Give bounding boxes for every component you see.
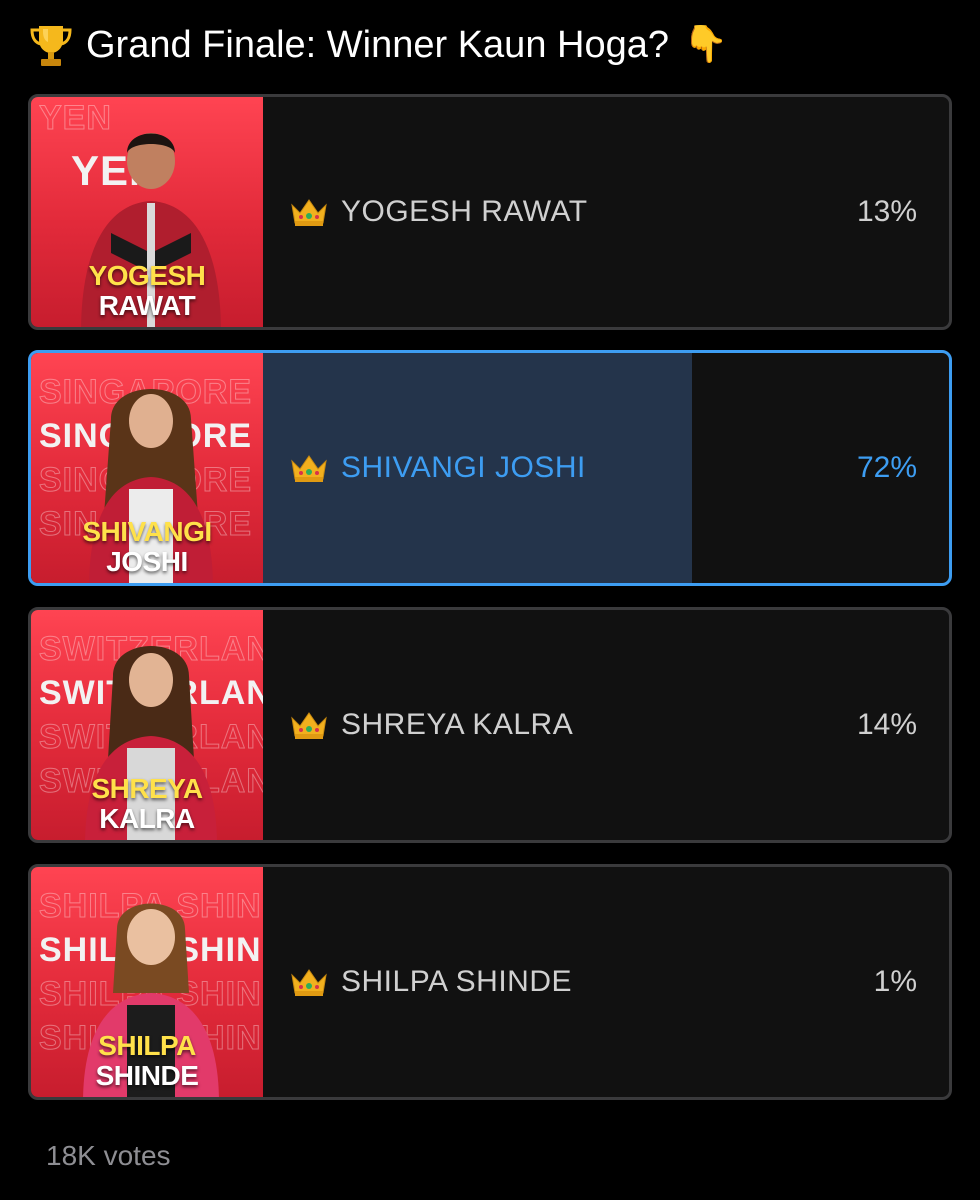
contestant-photo: SWITZERLAND SWITZERLAND SWITZERLAND SWIT… (31, 610, 263, 840)
photo-name-overlay: YOGESH RAWAT (31, 261, 263, 321)
poll-option-shilpa-shinde[interactable]: SHILPA SHINDE SHILPA SHINDE SHILPA SHIND… (28, 864, 952, 1100)
option-percent: 13% (856, 195, 917, 228)
crown-icon (291, 199, 327, 226)
photo-name-overlay: SHIVANGI JOSHI (31, 517, 263, 577)
crown-icon (291, 969, 327, 996)
photo-first-name: SHIVANGI (82, 516, 212, 547)
crown-icon (291, 455, 327, 482)
photo-name-overlay: SHILPA SHINDE (31, 1031, 263, 1091)
trophy-icon (30, 26, 72, 66)
poll-card: Grand Finale: Winner Kaun Hoga? 👇 YEN YE… (0, 0, 980, 1200)
photo-first-name: YOGESH (88, 260, 206, 291)
option-name: SHILPA SHINDE (341, 965, 573, 998)
option-label: SHILPA SHINDE (289, 867, 572, 1097)
photo-first-name: SHREYA (91, 773, 203, 804)
photo-name-overlay: SHREYA KALRA (31, 774, 263, 834)
option-label: YOGESH RAWAT (289, 97, 588, 327)
vote-count: 18K votes (46, 1140, 171, 1171)
option-label: SHIVANGI JOSHI (289, 353, 586, 583)
poll-option-yogesh-rawat[interactable]: YEN YEN YOGESH RAWAT YOGESH RAWAT 13% (28, 94, 952, 330)
poll-question: Grand Finale: Winner Kaun Hoga? 👇 (30, 22, 728, 68)
photo-last-name: SHINDE (95, 1060, 199, 1091)
photo-last-name: JOSHI (106, 546, 188, 577)
option-percent: 72% (856, 451, 917, 484)
photo-last-name: KALRA (99, 803, 195, 834)
option-name: YOGESH RAWAT (341, 195, 588, 228)
option-percent: 14% (856, 708, 917, 741)
option-percent: 1% (873, 965, 917, 998)
photo-last-name: RAWAT (98, 290, 196, 321)
poll-question-text: Grand Finale: Winner Kaun Hoga? (86, 23, 669, 66)
pointing-down-icon: 👇 (683, 24, 728, 65)
poll-option-shivangi-joshi[interactable]: SINGAPORE SINGAPORE SINGAPORE SINGAPORE … (28, 350, 952, 586)
crown-icon (291, 712, 327, 739)
contestant-photo: SHILPA SHINDE SHILPA SHINDE SHILPA SHIND… (31, 867, 263, 1097)
option-label: SHREYA KALRA (289, 610, 573, 840)
option-name: SHIVANGI JOSHI (341, 451, 586, 484)
photo-first-name: SHILPA (98, 1030, 196, 1061)
contestant-photo: SINGAPORE SINGAPORE SINGAPORE SINGAPORE … (31, 353, 263, 583)
option-name: SHREYA KALRA (341, 708, 574, 741)
contestant-photo: YEN YEN YOGESH RAWAT (31, 97, 263, 327)
poll-option-shreya-kalra[interactable]: SWITZERLAND SWITZERLAND SWITZERLAND SWIT… (28, 607, 952, 843)
